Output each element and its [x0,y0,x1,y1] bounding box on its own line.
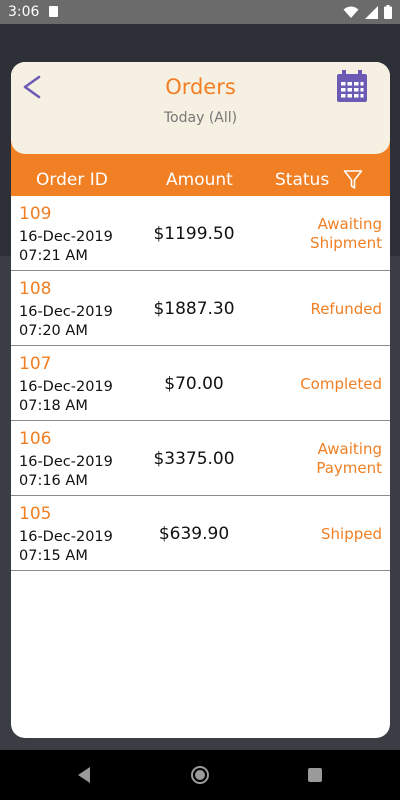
column-header-status[interactable]: Status [275,170,329,190]
filter-icon[interactable] [343,169,363,191]
battery-icon [384,5,392,19]
order-status: Completed [272,375,382,394]
order-status-line2: Shipment [310,234,382,252]
sd-card-icon [49,6,58,17]
order-date: 16-Dec-2019 [19,379,113,395]
order-status-line1: Completed [300,375,382,393]
status-icons [343,5,392,19]
order-amount: $70.00 [164,374,224,394]
order-status-line1: Shipped [321,525,382,543]
order-row[interactable]: 107 16-Dec-2019 07:18 AM $70.00 Complete… [11,346,390,421]
order-amount: $639.90 [158,524,230,544]
orders-card: Orders Today (All) Order ID Amount Statu… [11,62,390,738]
page-title: Orders [165,75,236,99]
order-status: Shipped [272,525,382,544]
order-row[interactable]: 106 16-Dec-2019 07:16 AM $3375.00 Awaiti… [11,421,390,496]
order-status-line1: Awaiting [317,440,382,458]
order-date: 16-Dec-2019 [19,229,113,245]
order-status: Refunded [272,300,382,319]
order-time: 07:15 AM [19,548,88,564]
nav-recents-icon[interactable] [308,768,322,782]
order-row[interactable]: 105 16-Dec-2019 07:15 AM $639.90 Shipped [11,496,390,571]
order-row[interactable]: 108 16-Dec-2019 07:20 AM $1887.30 Refund… [11,271,390,346]
order-time: 07:20 AM [19,323,88,339]
status-time: 3:06 [8,4,40,20]
order-time: 07:21 AM [19,248,88,264]
date-filter-label[interactable]: Today (All) [11,110,390,126]
navigation-bar [0,750,400,800]
order-id: 106 [19,429,52,449]
calendar-icon[interactable] [335,69,369,103]
order-id: 109 [19,204,52,224]
order-id: 105 [19,504,52,524]
column-header-amount[interactable]: Amount [166,170,233,190]
order-status-line1: Refunded [310,300,382,318]
order-amount: $1199.50 [153,224,235,244]
orders-list: 109 16-Dec-2019 07:21 AM $1199.50 Awaiti… [11,196,390,571]
order-id: 108 [19,279,52,299]
order-status-line2: Payment [316,459,382,477]
nav-back-icon[interactable] [76,766,92,784]
wifi-icon [343,6,359,18]
order-amount: $3375.00 [153,449,235,469]
order-time: 07:18 AM [19,398,88,414]
column-header-order-id[interactable]: Order ID [36,170,108,190]
card-header: Orders Today (All) [11,62,390,154]
order-status: Awaiting Shipment [272,215,382,253]
order-status: Awaiting Payment [272,440,382,478]
order-time: 07:16 AM [19,473,88,489]
order-row[interactable]: 109 16-Dec-2019 07:21 AM $1199.50 Awaiti… [11,196,390,271]
order-id: 107 [19,354,52,374]
order-date: 16-Dec-2019 [19,454,113,470]
nav-home-icon[interactable] [191,766,209,784]
order-date: 16-Dec-2019 [19,529,113,545]
order-date: 16-Dec-2019 [19,304,113,320]
order-amount: $1887.30 [153,299,235,319]
status-bar: 3:06 [0,0,400,24]
signal-icon [365,5,378,19]
order-status-line1: Awaiting [317,215,382,233]
